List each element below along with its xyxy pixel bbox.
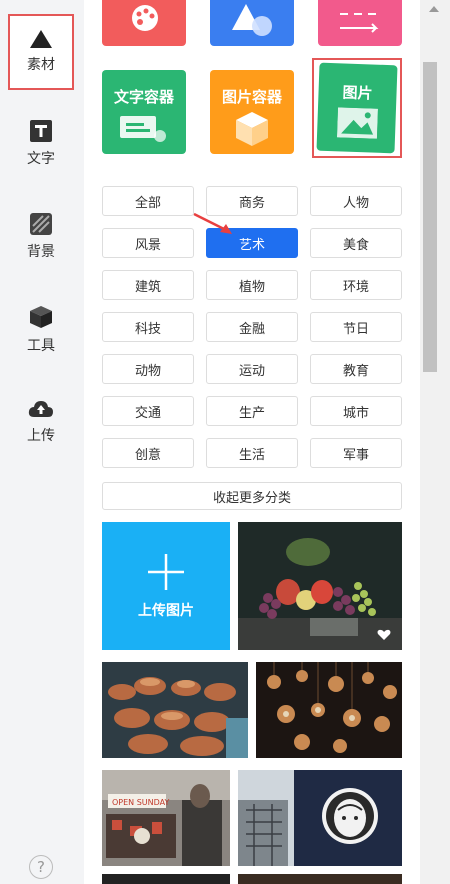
- tile-template-pink[interactable]: [318, 0, 402, 46]
- category-14[interactable]: 教育: [310, 354, 402, 384]
- box-icon: [236, 112, 268, 146]
- sidebar-item-tools[interactable]: 工具: [8, 292, 74, 368]
- market-image: OPEN SUNDAY: [102, 770, 230, 866]
- tile-template-blue[interactable]: [210, 0, 294, 46]
- image-partial-1[interactable]: [102, 874, 230, 884]
- sidebar-item-text[interactable]: 文字: [8, 106, 74, 182]
- image-ornaments[interactable]: [256, 662, 402, 758]
- category-13[interactable]: 运动: [206, 354, 298, 384]
- pottery-image: [102, 662, 248, 758]
- category-18[interactable]: 创意: [102, 438, 194, 468]
- category-20[interactable]: 军事: [310, 438, 402, 468]
- tile-title: 图片: [342, 83, 373, 103]
- upload-label: 上传图片: [138, 603, 194, 619]
- category-6[interactable]: 建筑: [102, 270, 194, 300]
- category-5[interactable]: 美食: [310, 228, 402, 258]
- category-16[interactable]: 生产: [206, 396, 298, 426]
- stripes-icon: [30, 213, 52, 235]
- category-19[interactable]: 生活: [206, 438, 298, 468]
- category-15[interactable]: 交通: [102, 396, 194, 426]
- category-7[interactable]: 植物: [206, 270, 298, 300]
- collapse-categories-button[interactable]: 收起更多分类: [102, 482, 402, 510]
- sidebar-item-label: 背景: [27, 244, 55, 260]
- plus-icon: [148, 554, 184, 590]
- tile-title: 图片容器: [221, 88, 282, 106]
- image-partial-2[interactable]: [238, 874, 402, 884]
- cloud-upload-icon: [28, 401, 53, 417]
- palette-icon: [132, 5, 158, 31]
- sidebar-item-material[interactable]: 素材: [8, 14, 74, 90]
- arrow-lines-icon: [340, 13, 379, 33]
- cube-icon: [30, 306, 52, 328]
- tile-template-red[interactable]: [102, 0, 186, 46]
- scroll-up-arrow-icon[interactable]: [429, 6, 439, 12]
- svg-text:OPEN SUNDAY: OPEN SUNDAY: [112, 798, 169, 807]
- scrollbar-thumb[interactable]: [423, 62, 437, 372]
- sidebar-item-label: 工具: [27, 338, 55, 354]
- category-2[interactable]: 人物: [310, 186, 402, 216]
- category-10[interactable]: 金融: [206, 312, 298, 342]
- category-8[interactable]: 环境: [310, 270, 402, 300]
- sidebar-item-label: 素材: [27, 57, 55, 73]
- ornaments-image: [256, 662, 402, 758]
- text-t-icon: [30, 120, 52, 142]
- shapes-icon: [232, 4, 272, 36]
- tile-image[interactable]: 图片: [316, 62, 398, 154]
- tile-title: 文字容器: [113, 88, 174, 106]
- category-3[interactable]: 风景: [102, 228, 194, 258]
- fruit-painting-image: [238, 522, 402, 650]
- category-17[interactable]: 城市: [310, 396, 402, 426]
- category-9[interactable]: 科技: [102, 312, 194, 342]
- image-street-market[interactable]: OPEN SUNDAY: [102, 770, 230, 866]
- help-icon[interactable]: ?: [29, 855, 53, 879]
- upload-image-button[interactable]: 上传图片: [102, 522, 230, 650]
- textbox-icon: [120, 116, 166, 142]
- category-12[interactable]: 动物: [102, 354, 194, 384]
- image-icon: [336, 107, 378, 139]
- image-pottery[interactable]: [102, 662, 248, 758]
- image-fruit-still-life[interactable]: [238, 522, 402, 650]
- triangle-icon: [30, 30, 52, 48]
- sidebar-item-upload[interactable]: 上传: [8, 384, 74, 460]
- sidebar-item-background[interactable]: 背景: [8, 199, 74, 275]
- category-11[interactable]: 节日: [310, 312, 402, 342]
- sidebar-item-label: 文字: [27, 151, 55, 167]
- scrollbar[interactable]: [420, 0, 450, 884]
- mural-image: [238, 770, 402, 866]
- material-panel: 文字容器 图片容器 图片 全部 商务 人物 风景 艺术 美食 建筑 植物 环境 科技 金融 节日 动物运…: [84, 0, 420, 884]
- sidebar-item-label: 上传: [27, 428, 55, 444]
- image-street-mural[interactable]: [238, 770, 402, 866]
- arrow-annotation: [193, 212, 232, 234]
- category-0[interactable]: 全部: [102, 186, 194, 216]
- tile-image-container[interactable]: 图片容器: [210, 70, 294, 154]
- tile-text-container[interactable]: 文字容器: [102, 70, 186, 154]
- sidebar: 素材 文字 背景 工具 上传 ?: [0, 0, 84, 884]
